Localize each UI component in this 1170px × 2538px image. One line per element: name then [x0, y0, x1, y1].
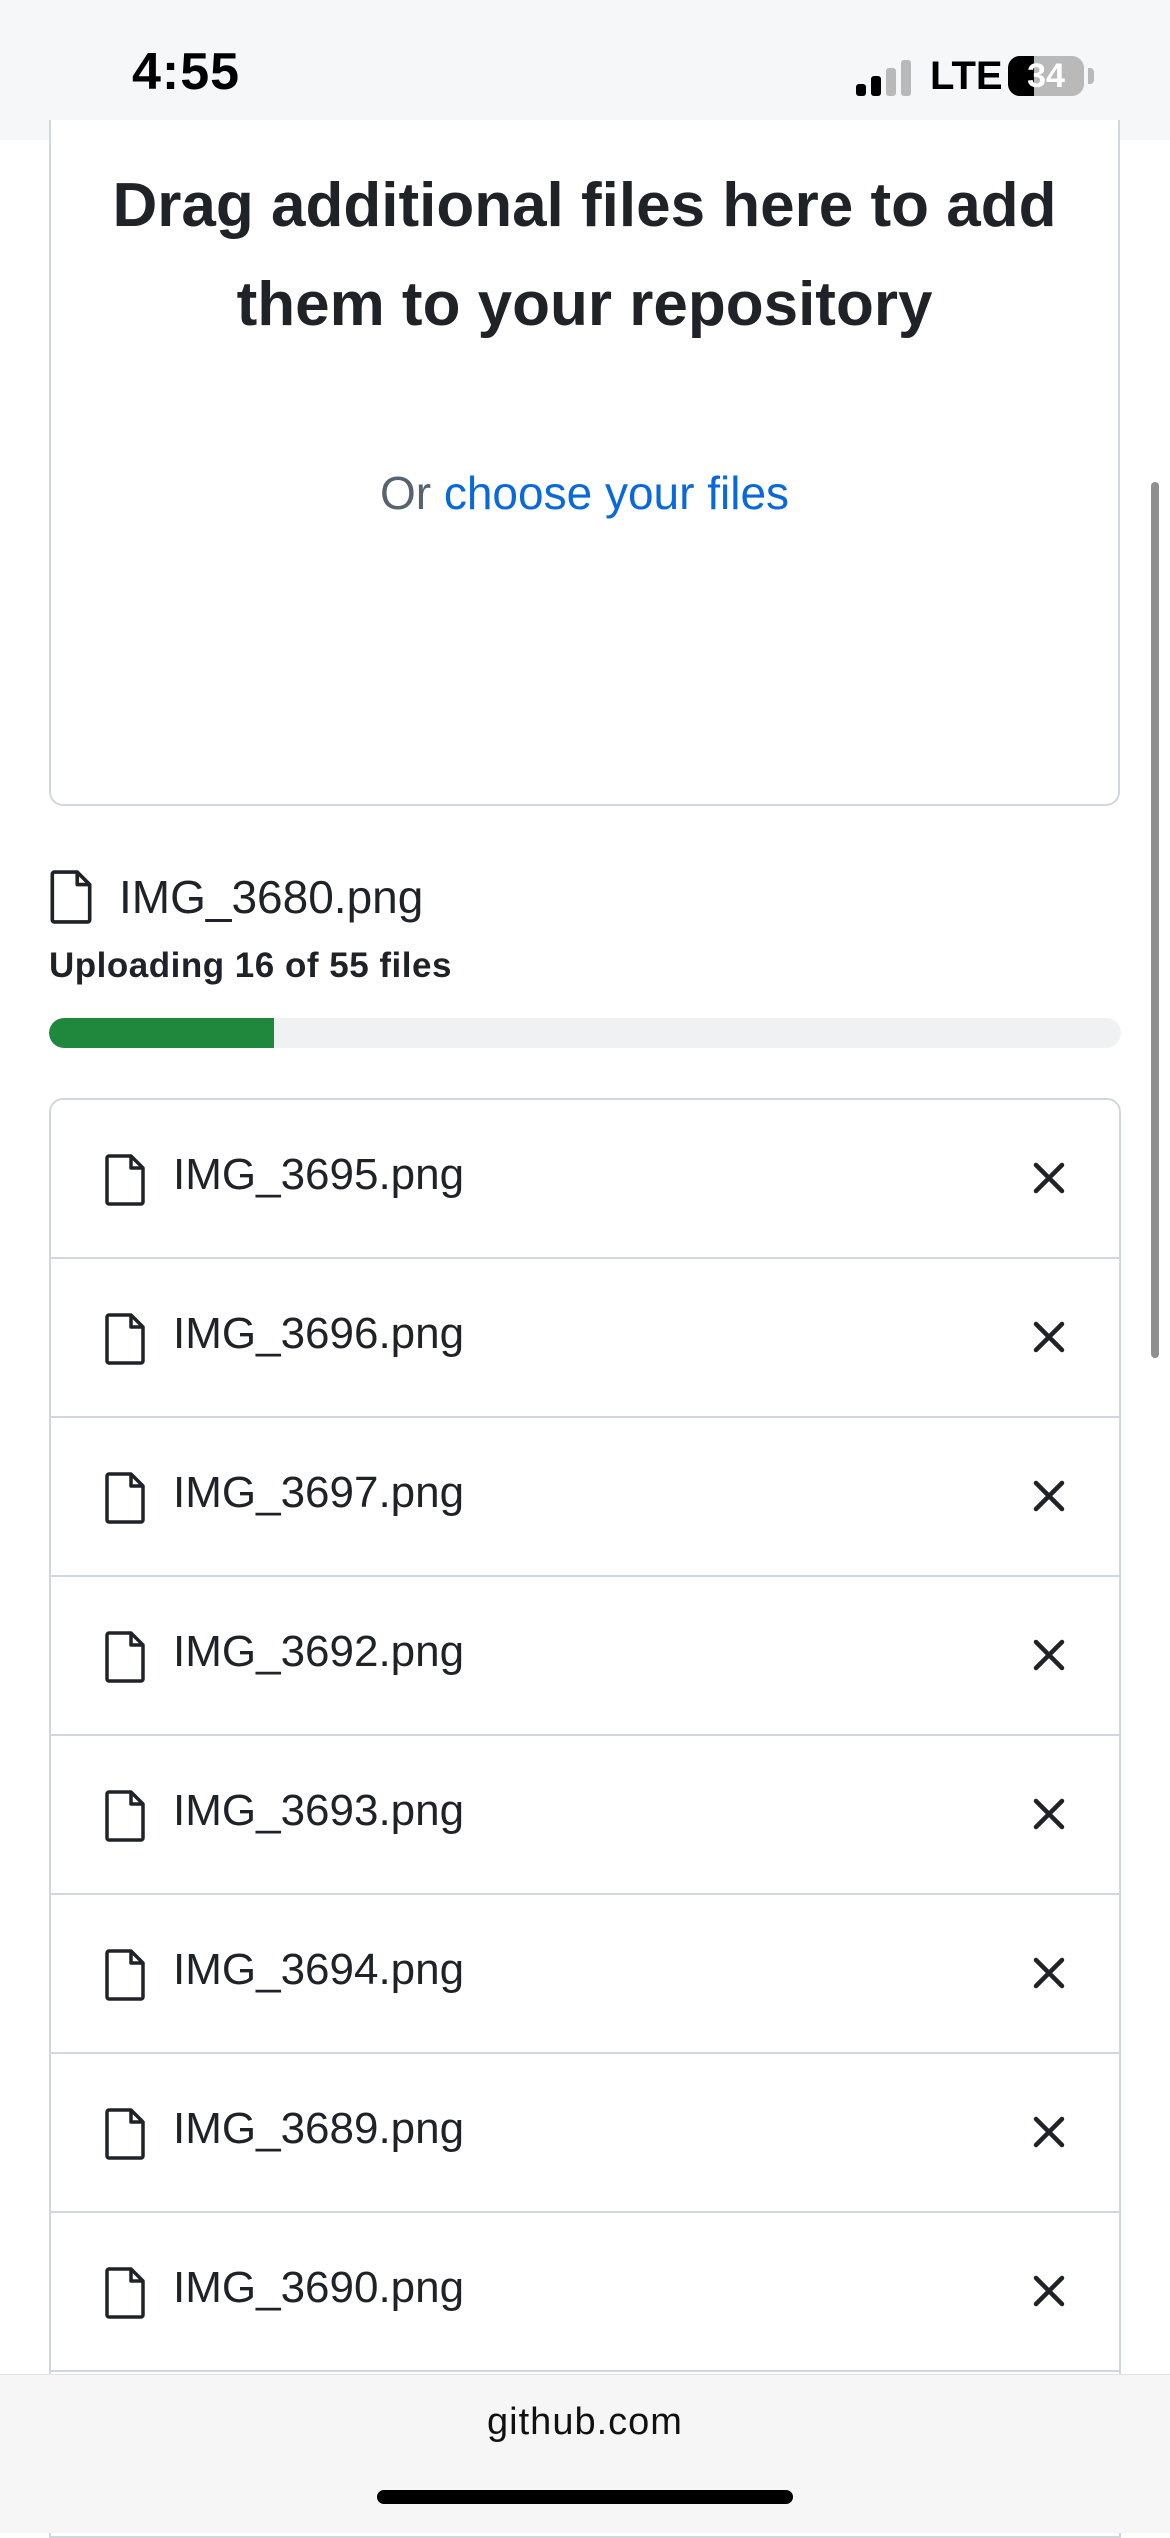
network-type: LTE [930, 54, 1003, 98]
remove-file-icon[interactable] [1031, 2114, 1067, 2150]
battery-percentage: 34 [1027, 57, 1065, 95]
file-list-item: IMG_3689.png [51, 2054, 1119, 2213]
file-list-item: IMG_3697.png [51, 1418, 1119, 1577]
file-icon [105, 1154, 145, 1206]
file-list-item: IMG_3693.png [51, 1736, 1119, 1895]
remove-file-icon[interactable] [1031, 1796, 1067, 1832]
signal-strength-icon [856, 58, 916, 96]
file-icon [105, 1313, 145, 1365]
current-file-name: IMG_3680.png [119, 871, 424, 923]
file-icon [105, 2108, 145, 2160]
remove-file-icon[interactable] [1031, 1319, 1067, 1355]
file-list-item: IMG_3694.png [51, 1895, 1119, 2054]
upload-progress-bar [49, 1018, 1121, 1048]
battery-icon: 34 [1008, 56, 1084, 96]
drop-zone-subtitle: Or choose your files [51, 466, 1118, 520]
remove-file-icon[interactable] [1031, 2273, 1067, 2309]
file-icon [105, 1472, 145, 1524]
file-icon [50, 870, 92, 924]
remove-file-icon[interactable] [1031, 1637, 1067, 1673]
file-icon [105, 1949, 145, 2001]
file-drop-zone[interactable]: Drag additional files here to add them t… [49, 120, 1120, 806]
file-list-item: IMG_3690.png [51, 2213, 1119, 2372]
file-name: IMG_3695.png [173, 1150, 465, 1199]
browser-address-bar[interactable]: github.com [0, 2374, 1170, 2533]
file-icon [105, 2267, 145, 2319]
page-scrollbar[interactable] [1151, 482, 1159, 1358]
signal-bar [856, 84, 866, 96]
file-name: IMG_3694.png [173, 1945, 465, 1994]
status-time: 4:55 [132, 43, 241, 101]
file-icon [105, 1631, 145, 1683]
file-list-item: IMG_3696.png [51, 1259, 1119, 1418]
file-name: IMG_3696.png [173, 1309, 465, 1358]
upload-file-list: IMG_3695.png IMG_3696.png IMG_3697.png IMG_… [49, 1098, 1121, 2538]
upload-progress-fill [49, 1018, 275, 1048]
remove-file-icon[interactable] [1031, 1478, 1067, 1514]
file-name: IMG_3693.png [173, 1786, 465, 1835]
signal-bar [901, 60, 911, 96]
file-name: IMG_3690.png [173, 2263, 465, 2312]
file-name: IMG_3689.png [173, 2104, 465, 2153]
current-upload-file: IMG_3680.png [49, 862, 423, 932]
browser-url[interactable]: github.com [0, 2401, 1170, 2444]
home-indicator[interactable] [377, 2490, 793, 2504]
status-bar: 4:55 LTE 34 [0, 0, 1170, 140]
choose-files-link[interactable]: choose your files [444, 467, 789, 519]
or-text: Or [379, 467, 432, 519]
drop-zone-title: Drag additional files here to add them t… [112, 171, 1057, 339]
file-name: IMG_3697.png [173, 1468, 465, 1517]
signal-bar [886, 68, 896, 96]
remove-file-icon[interactable] [1031, 1160, 1067, 1196]
file-icon [105, 1790, 145, 1842]
file-list-item: IMG_3692.png [51, 1577, 1119, 1736]
remove-file-icon[interactable] [1031, 1955, 1067, 1991]
upload-status: Uploading 16 of 55 files [49, 946, 452, 985]
battery-cap [1088, 68, 1094, 84]
file-list-item: IMG_3695.png [51, 1100, 1119, 1259]
file-name: IMG_3692.png [173, 1627, 465, 1676]
signal-bar [871, 76, 881, 96]
